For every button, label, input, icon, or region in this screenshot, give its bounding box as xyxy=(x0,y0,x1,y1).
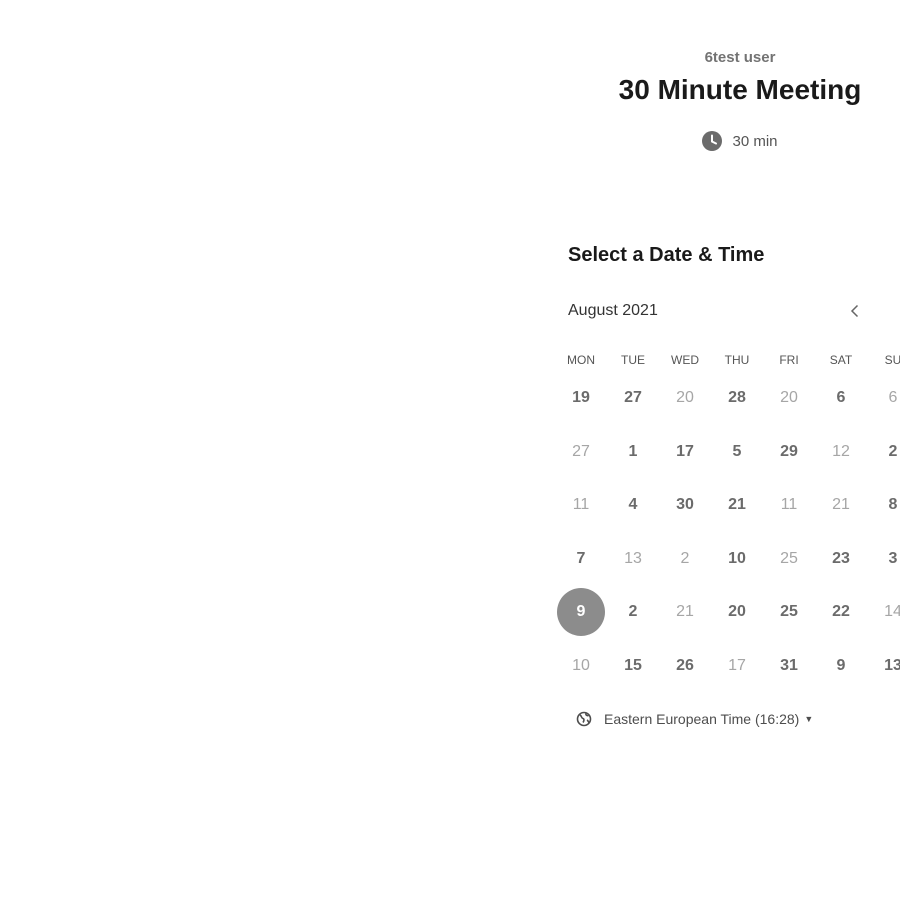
weekday-label: THU xyxy=(724,353,750,367)
calendar-day[interactable]: 30 xyxy=(661,481,709,529)
event-title: 30 Minute Meeting xyxy=(618,74,862,105)
weekday-label: WED xyxy=(671,353,699,367)
duration-label: 30 min xyxy=(732,132,778,150)
calendar-day[interactable]: 26 xyxy=(661,642,709,690)
calendar-day[interactable]: 20 xyxy=(713,588,761,636)
calendar-day[interactable]: 28 xyxy=(713,374,761,422)
calendar-day: 25 xyxy=(780,549,798,567)
calendar-day: 21 xyxy=(676,603,694,620)
calendar-day[interactable]: 25 xyxy=(765,588,813,636)
calendar-day: 2 xyxy=(680,549,690,567)
weekday-label: MON xyxy=(567,353,595,367)
calendar-day: 11 xyxy=(780,496,798,513)
calendar-day: 21 xyxy=(832,496,850,513)
calendar-day[interactable]: 8 xyxy=(869,481,900,529)
calendar-day[interactable]: 2 xyxy=(609,588,657,636)
clock-icon xyxy=(702,131,723,151)
weekday-label: SU xyxy=(884,353,900,367)
chevron-left-icon xyxy=(850,304,859,318)
prev-month-button[interactable] xyxy=(843,299,867,323)
weekday-label: SAT xyxy=(829,353,853,367)
calendar-day[interactable]: 5 xyxy=(713,428,761,476)
calendar-day[interactable]: 21 xyxy=(713,481,761,529)
calendar-day: 20 xyxy=(676,389,694,406)
calendar-day[interactable]: 7 xyxy=(557,535,605,583)
timezone-label: Eastern European Time (16:28) xyxy=(604,711,800,727)
calendar-day[interactable]: 19 xyxy=(557,374,605,422)
calendar-day: 10 xyxy=(572,656,590,674)
calendar-day[interactable]: 23 xyxy=(817,535,865,583)
calendar-day: 11 xyxy=(572,496,590,513)
calendar-day[interactable]: 27 xyxy=(609,374,657,422)
caret-down-icon: ▼ xyxy=(804,714,814,724)
calendar-day[interactable]: 6 xyxy=(817,374,865,422)
calendar-day[interactable]: 3 xyxy=(869,535,900,583)
calendar-day: 14 xyxy=(884,603,900,620)
calendar-day[interactable]: 10 xyxy=(713,535,761,583)
timezone-selector[interactable]: Eastern European Time (16:28) ▼ xyxy=(576,711,813,727)
month-label: August 2021 xyxy=(568,302,658,319)
calendar-day[interactable]: 15 xyxy=(609,642,657,690)
weekday-label: FRI xyxy=(779,353,799,367)
calendar-day[interactable]: 22 xyxy=(817,588,865,636)
weekday-label: TUE xyxy=(621,353,645,367)
organizer-name: 6test user xyxy=(704,49,776,66)
calendar-day: 13 xyxy=(624,549,642,567)
booking-page: 6test user 30 Minute Meeting 30 min Sele… xyxy=(0,0,900,900)
section-title: Select a Date & Time xyxy=(568,244,765,266)
calendar-day[interactable]: 17 xyxy=(661,428,709,476)
globe-icon xyxy=(576,711,592,727)
calendar-day: 12 xyxy=(832,442,850,460)
calendar-day: 6 xyxy=(888,389,898,406)
calendar-day: 17 xyxy=(728,656,746,674)
calendar-day[interactable]: 31 xyxy=(765,642,813,690)
calendar-day[interactable]: 2 xyxy=(869,428,900,476)
calendar-day[interactable]: 1 xyxy=(609,428,657,476)
calendar-day[interactable]: 29 xyxy=(765,428,813,476)
calendar-day: 27 xyxy=(572,442,590,460)
calendar-day[interactable]: 9 xyxy=(817,642,865,690)
event-duration: 30 min xyxy=(580,131,900,151)
calendar-day-selected[interactable]: 9 xyxy=(557,588,605,636)
calendar-day[interactable]: 13 xyxy=(869,642,900,690)
calendar-day[interactable]: 4 xyxy=(609,481,657,529)
calendar-day: 20 xyxy=(780,389,798,406)
